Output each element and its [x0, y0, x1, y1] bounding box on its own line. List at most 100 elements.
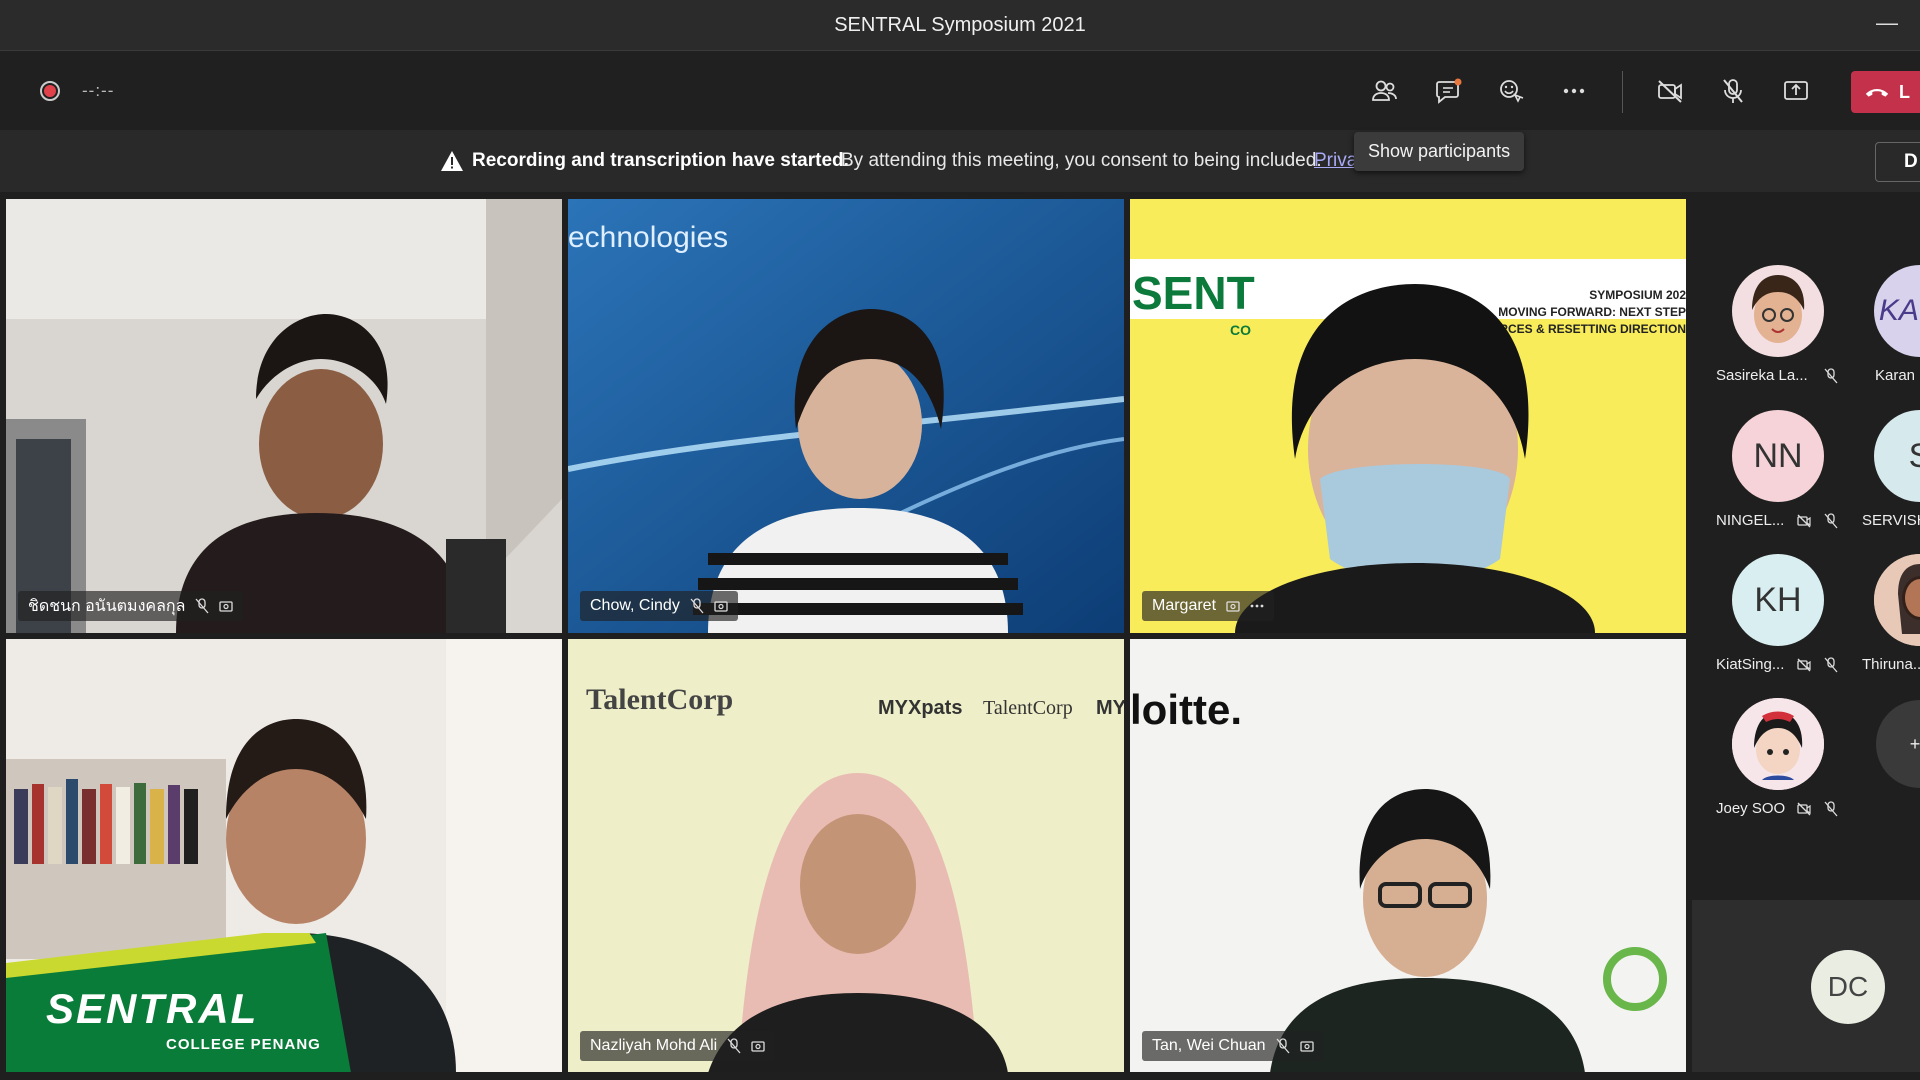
leave-button[interactable]: L — [1851, 71, 1920, 113]
participant-name: NINGEL... — [1716, 512, 1785, 529]
minimize-button[interactable]: — — [1876, 10, 1898, 36]
recording-banner: Recording and transcription have started… — [0, 130, 1920, 192]
video-tile-5[interactable]: TalentCorp MYXpats TalentCorp MY Nazliya… — [568, 639, 1124, 1073]
participants-icon — [1372, 80, 1397, 101]
chat-button[interactable] — [1426, 71, 1470, 111]
participant-name: Nazliyah Mohd Ali — [590, 1037, 718, 1054]
camera-off-icon — [1797, 514, 1811, 528]
sentral-college-logo: SENTRAL COLLEGE PENANG — [6, 933, 351, 1073]
privacy-link[interactable]: Priva — [1314, 150, 1357, 172]
video-feed-1 — [6, 199, 562, 633]
meeting-toolbar: --:-- L — [0, 50, 1920, 131]
background-text-1: TalentCorp — [586, 683, 733, 716]
mic-muted-icon — [1824, 801, 1838, 817]
mic-toggle-button[interactable] — [1711, 71, 1755, 111]
camera-off-icon — [1797, 658, 1811, 672]
tile-6-nametag: Tan, Wei Chuan — [1142, 1031, 1324, 1061]
avatar — [1874, 554, 1920, 646]
avatar-initials: S — [1909, 437, 1920, 476]
self-view[interactable]: DC — [1692, 900, 1920, 1080]
show-participants-tooltip: Show participants — [1354, 132, 1525, 171]
participant-name: Thiruna... — [1862, 656, 1920, 673]
camera-off-icon — [1658, 80, 1682, 103]
share-icon — [1784, 81, 1808, 100]
avatar: KA JA — [1874, 265, 1920, 357]
avatar: S — [1874, 410, 1920, 502]
participant-name: Joey SOO — [1716, 800, 1786, 817]
avatar: NN — [1732, 410, 1824, 502]
mic-muted-icon — [1824, 513, 1838, 529]
more-actions-button[interactable] — [1552, 71, 1596, 111]
background-logo-sub: CO — [1230, 322, 1251, 338]
toolbar-divider — [1622, 71, 1623, 113]
avatar-illustration — [1732, 265, 1824, 357]
avatar-initials: KA JA — [1878, 294, 1920, 327]
share-screen-button[interactable] — [1774, 71, 1818, 111]
avatar-photo — [1874, 554, 1920, 646]
bottom-edge — [0, 1072, 1920, 1080]
video-tile-1[interactable]: ชิดชนก อนันตมงคลกุล — [6, 199, 562, 633]
participants-button[interactable] — [1363, 71, 1407, 111]
pin-icon — [751, 1041, 765, 1052]
avatar — [1732, 698, 1824, 790]
chat-icon — [1436, 78, 1462, 104]
camera-toggle-button[interactable] — [1648, 71, 1692, 111]
mic-muted-icon — [195, 598, 209, 614]
mic-muted-icon — [1824, 368, 1838, 384]
mic-muted-icon — [1824, 657, 1838, 673]
video-tile-2[interactable]: echnologies Chow, Cindy — [568, 199, 1124, 633]
participant-name: Margaret — [1152, 597, 1217, 614]
slide-line-1: MOVING FORWARD: NEXT STEP — [1498, 305, 1686, 319]
video-feed-3: SENT CO SYMPOSIUM 202 MOVING FORWARD: NE… — [1130, 199, 1686, 633]
logo-main-text: SENTRAL — [46, 985, 259, 1032]
participant-name: ชิดชนก อนันตมงคลกุล — [28, 597, 186, 615]
pin-icon — [714, 601, 728, 612]
background-text: echnologies — [568, 221, 728, 254]
self-avatar: DC — [1811, 950, 1885, 1024]
more-icon — [1563, 88, 1585, 94]
video-tile-3[interactable]: SENT CO SYMPOSIUM 202 MOVING FORWARD: NE… — [1130, 199, 1686, 633]
video-tile-6[interactable]: loitte. Tan, Wei Chuan — [1130, 639, 1686, 1073]
participant-name: Karan — [1875, 367, 1916, 384]
more-options-icon[interactable] — [1250, 598, 1264, 614]
avatar: KH — [1732, 554, 1824, 646]
tile-1-nametag: ชิดชนก อนันตมงคลกุล — [18, 591, 244, 621]
meeting-timer: --:-- — [82, 81, 115, 100]
bookshelf — [14, 779, 198, 864]
slide-title: SYMPOSIUM 202 — [1589, 288, 1686, 302]
overflow-count-text: +1 — [1909, 733, 1920, 754]
mic-muted-icon — [690, 598, 704, 614]
pin-icon — [1299, 1041, 1314, 1052]
pin-icon — [219, 601, 234, 612]
background-text-4: MY — [1096, 697, 1124, 719]
avatar-illustration — [1732, 698, 1824, 790]
reactions-button[interactable] — [1489, 71, 1533, 111]
window-titlebar: SENTRAL Symposium 2021 — — [0, 0, 1920, 50]
background-text: loitte. — [1130, 686, 1242, 733]
participant-rail: Sasireka La... KA JA Karan NN NINGEL... … — [1692, 192, 1920, 900]
video-tile-4[interactable]: SENTRAL COLLEGE PENANG — [6, 639, 562, 1073]
mic-off-icon — [1723, 79, 1743, 103]
background-text-3: TalentCorp — [983, 697, 1073, 719]
participant-name: Sasireka La... — [1716, 367, 1808, 384]
banner-message: By attending this meeting, you consent t… — [841, 150, 1322, 171]
participant-name: SERVISH — [1862, 512, 1920, 529]
leave-label: L — [1899, 81, 1910, 102]
tile-2-nametag: Chow, Cindy — [580, 591, 738, 621]
mic-muted-icon — [1276, 1038, 1290, 1054]
avatar-initials: KH — [1754, 580, 1802, 619]
participant-name: Chow, Cindy — [590, 597, 680, 614]
banner-title: Recording and transcription have started… — [472, 150, 849, 171]
pin-icon — [1226, 601, 1240, 612]
reactions-icon — [1500, 80, 1524, 103]
warning-icon — [441, 151, 463, 171]
video-feed-2: echnologies — [568, 199, 1124, 633]
camera-off-icon — [1797, 802, 1811, 816]
background-logo-text: SENT — [1132, 267, 1255, 319]
avatar — [1732, 265, 1824, 357]
participant-name: KiatSing... — [1716, 656, 1785, 673]
hang-up-icon — [1865, 88, 1889, 97]
dismiss-button[interactable]: D — [1875, 142, 1920, 182]
tile-3-nametag: Margaret — [1142, 591, 1275, 621]
video-feed-6: loitte. — [1130, 639, 1686, 1073]
